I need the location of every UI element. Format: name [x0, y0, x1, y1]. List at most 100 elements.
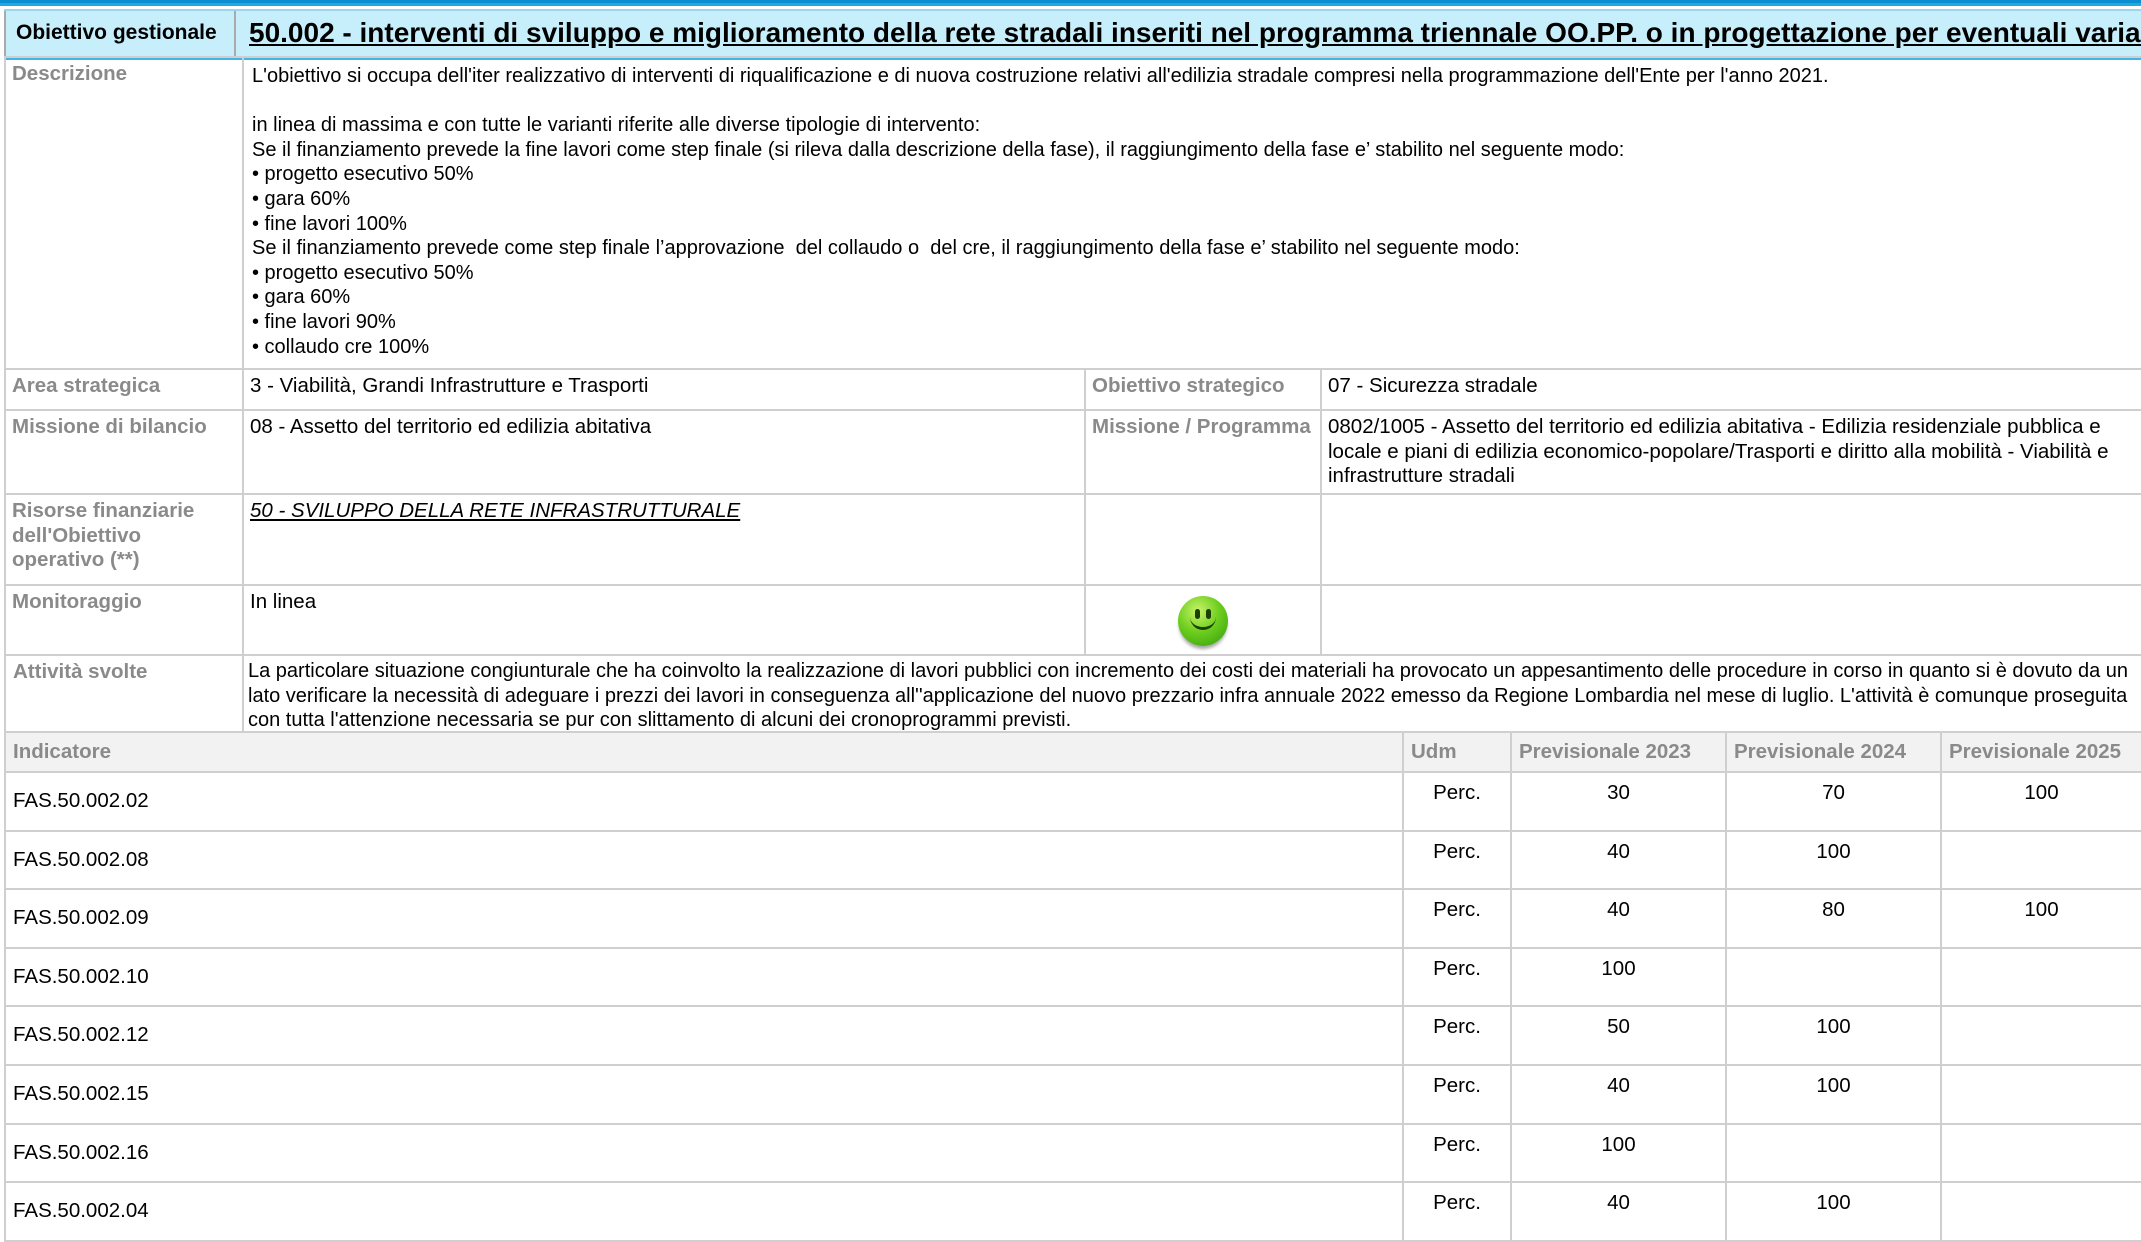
indicator-column-header: Indicatore [4, 731, 1404, 773]
forecast-2025-value: 100 [1940, 888, 2141, 949]
description-line: Se il finanziamento prevede come step fi… [252, 237, 1520, 260]
description-line [252, 89, 2133, 114]
indicator-udm: Perc. [1402, 771, 1512, 832]
area-label: Area strategica [4, 368, 244, 411]
forecast-2023-value: 40 [1510, 1181, 1727, 1242]
udm-column-header: Udm [1402, 731, 1512, 773]
smiley-mouth [1190, 616, 1216, 630]
indicators-header-row: Indicatore Udm Previsionale 2023 Previsi… [4, 731, 2141, 773]
indicators-table: Indicatore Udm Previsionale 2023 Previsi… [4, 731, 2141, 1242]
resources-label: Risorse finanziarie dell'Obiettivo opera… [4, 493, 244, 586]
objective-title-link[interactable]: 50.002 - interventi di sviluppo e miglio… [236, 11, 2141, 57]
forecast-2023-value: 40 [1510, 888, 1727, 949]
forecast-2023-value: 30 [1510, 771, 1727, 832]
indicator-udm: Perc. [1402, 1063, 1512, 1125]
indicator-row: FAS.50.002.12 Perc. 50 100 [4, 1005, 2141, 1066]
indicator-row: FAS.50.002.10 Perc. 100 [4, 946, 2141, 1008]
header-label: Obiettivo gestionale [4, 11, 236, 57]
forecast-2024-value: 100 [1725, 1181, 1942, 1242]
forecast-2025-column-header: Previsionale 2025 [1940, 731, 2141, 773]
resources-empty-cell-2 [1319, 493, 2141, 586]
indicator-row: FAS.50.002.15 Perc. 40 100 [4, 1063, 2141, 1125]
mission-value: 08 - Assetto del territorio ed edilizia … [242, 409, 1086, 495]
forecast-2024-value: 100 [1725, 1005, 1942, 1066]
objective-details-table: Descrizione L'obiettivo si occupa dell'i… [4, 56, 2141, 735]
indicator-code: FAS.50.002.16 [4, 1122, 1404, 1184]
indicator-udm: Perc. [1402, 829, 1512, 891]
forecast-2025-value [1940, 1005, 2141, 1066]
indicator-row: FAS.50.002.02 Perc. 30 70 100 [4, 771, 2141, 832]
forecast-2025-value [1940, 1122, 2141, 1184]
indicator-code: FAS.50.002.10 [4, 946, 1404, 1008]
indicator-code: FAS.50.002.12 [4, 1005, 1404, 1066]
indicator-row: FAS.50.002.04 Perc. 40 100 [4, 1181, 2141, 1242]
top-strip-inner [0, 0, 2141, 3]
description-row: Descrizione L'obiettivo si occupa dell'i… [4, 56, 2141, 370]
indicator-udm: Perc. [1402, 946, 1512, 1008]
monitoring-status-cell [1084, 584, 1322, 656]
indicator-row: FAS.50.002.16 Perc. 100 [4, 1122, 2141, 1184]
forecast-2024-value: 70 [1725, 771, 1942, 832]
top-strip [0, 0, 2141, 6]
indicator-code: FAS.50.002.04 [4, 1181, 1404, 1242]
forecast-2023-value: 100 [1510, 1122, 1727, 1184]
forecast-2023-column-header: Previsionale 2023 [1510, 731, 1727, 773]
forecast-2024-value: 100 [1725, 829, 1942, 891]
description-line: • progetto esecutivo 50% [252, 261, 474, 284]
description-line: • fine lavori 90% [252, 310, 396, 333]
forecast-2024-column-header: Previsionale 2024 [1725, 731, 1942, 773]
resources-empty-cell [1084, 493, 1322, 586]
resources-value[interactable]: 50 - SVILUPPO DELLA RETE INFRASTRUTTURAL… [242, 493, 1086, 586]
mission-label: Missione di bilancio [4, 409, 244, 495]
description-line: • gara 60% [252, 286, 351, 309]
monitoring-label: Monitoraggio [4, 584, 244, 656]
resources-link[interactable]: 50 - SVILUPPO DELLA RETE INFRASTRUTTURAL… [250, 499, 740, 522]
green-smiley-icon [1178, 596, 1228, 646]
activities-label: Attività svolte [4, 654, 244, 735]
indicator-code: FAS.50.002.08 [4, 829, 1404, 891]
indicator-udm: Perc. [1402, 1181, 1512, 1242]
resources-row: Risorse finanziarie dell'Obiettivo opera… [4, 493, 2141, 586]
description-line: • fine lavori 100% [252, 212, 407, 235]
forecast-2025-value [1940, 1063, 2141, 1125]
program-value: 0802/1005 - Assetto del territorio ed ed… [1319, 409, 2141, 495]
description-label: Descrizione [4, 56, 244, 370]
strategic-objective-value: 07 - Sicurezza stradale [1319, 368, 2141, 411]
indicator-code: FAS.50.002.02 [4, 771, 1404, 832]
indicator-udm: Perc. [1402, 1005, 1512, 1066]
indicator-udm: Perc. [1402, 1122, 1512, 1184]
forecast-2023-value: 40 [1510, 829, 1727, 891]
description-line: • collaudo cre 100% [252, 335, 430, 358]
forecast-2025-value: 100 [1940, 771, 2141, 832]
description-line: in linea di massima e con tutte le varia… [252, 114, 981, 137]
forecast-2025-value [1940, 829, 2141, 891]
forecast-2023-value: 40 [1510, 1063, 1727, 1125]
strategic-objective-label: Obiettivo strategico [1084, 368, 1322, 411]
objective-header: Obiettivo gestionale 50.002 - interventi… [4, 9, 2141, 60]
indicator-code: FAS.50.002.15 [4, 1063, 1404, 1125]
mission-row: Missione di bilancio 08 - Assetto del te… [4, 409, 2141, 495]
description-line: • progetto esecutivo 50% [252, 163, 474, 186]
area-value: 3 - Viabilità, Grandi Infrastrutture e T… [242, 368, 1086, 411]
forecast-2024-value: 80 [1725, 888, 1942, 949]
activities-value: La particolare situazione congiunturale … [241, 654, 2141, 735]
description-text: L'obiettivo si occupa dell'iter realizza… [241, 56, 2141, 370]
forecast-2023-value: 50 [1510, 1005, 1727, 1066]
description-line: • gara 60% [252, 187, 351, 210]
forecast-2024-value [1725, 946, 1942, 1008]
forecast-2023-value: 100 [1510, 946, 1727, 1008]
indicator-udm: Perc. [1402, 888, 1512, 949]
description-line: L'obiettivo si occupa dell'iter realizza… [252, 65, 1829, 87]
program-label: Missione / Programma [1084, 409, 1322, 495]
monitoring-value: In linea [242, 584, 1086, 656]
indicator-row: FAS.50.002.08 Perc. 40 100 [4, 829, 2141, 891]
forecast-2025-value [1940, 1181, 2141, 1242]
monitoring-empty-cell [1319, 584, 2141, 656]
description-line: Se il finanziamento prevede la fine lavo… [252, 138, 1625, 161]
monitoring-row: Monitoraggio In linea [4, 584, 2141, 656]
area-row: Area strategica 3 - Viabilità, Grandi In… [4, 368, 2141, 411]
activities-row: Attività svolte La particolare situazion… [4, 654, 2141, 735]
forecast-2024-value [1725, 1122, 1942, 1184]
forecast-2024-value: 100 [1725, 1063, 1942, 1125]
forecast-2025-value [1940, 946, 2141, 1008]
